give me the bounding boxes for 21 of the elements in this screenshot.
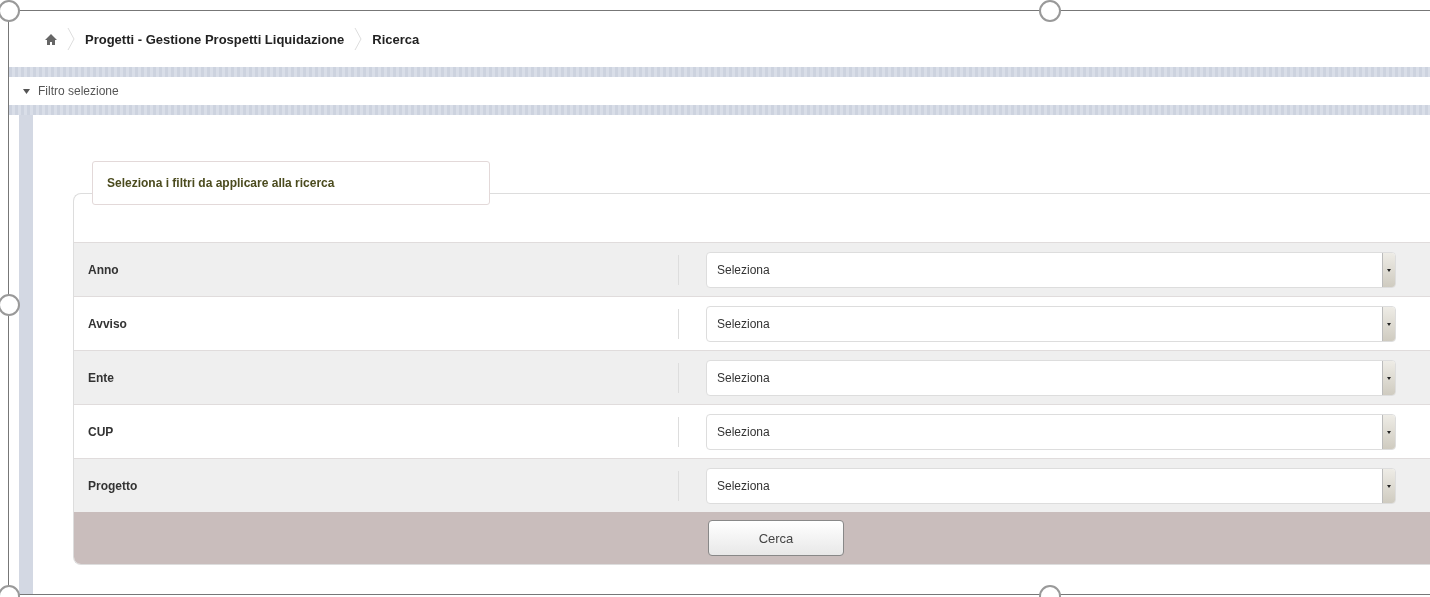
field-label: Progetto (74, 470, 679, 501)
field-label: Ente (74, 362, 679, 393)
dropdown-select[interactable]: Seleziona (706, 413, 1396, 450)
breadcrumb-item[interactable]: Ricerca (372, 31, 420, 47)
dropdown-select[interactable]: Seleziona (706, 251, 1396, 288)
chevron-icon (67, 28, 75, 50)
field-label: Avviso (74, 308, 679, 339)
dropdown-select[interactable]: Seleziona (706, 467, 1396, 504)
dropdown-select[interactable]: Seleziona (706, 305, 1396, 342)
field-label: Anno (74, 254, 679, 285)
home-icon[interactable] (45, 33, 57, 45)
fieldset-legend: Seleziona i filtri da applicare alla ricerca (92, 161, 490, 205)
field-label: CUP (74, 416, 679, 447)
resize-handle[interactable] (0, 294, 20, 316)
caret-icon (23, 88, 30, 94)
chevron-icon (354, 28, 363, 50)
resize-handle[interactable] (1039, 0, 1061, 22)
dropdown-select[interactable]: Seleziona (706, 359, 1396, 396)
resize-handle[interactable] (0, 0, 20, 22)
search-button[interactable]: Cerca (708, 520, 844, 556)
breadcrumb-item[interactable]: Progetti - Gestione Prospetti Liquidazione (85, 31, 345, 47)
